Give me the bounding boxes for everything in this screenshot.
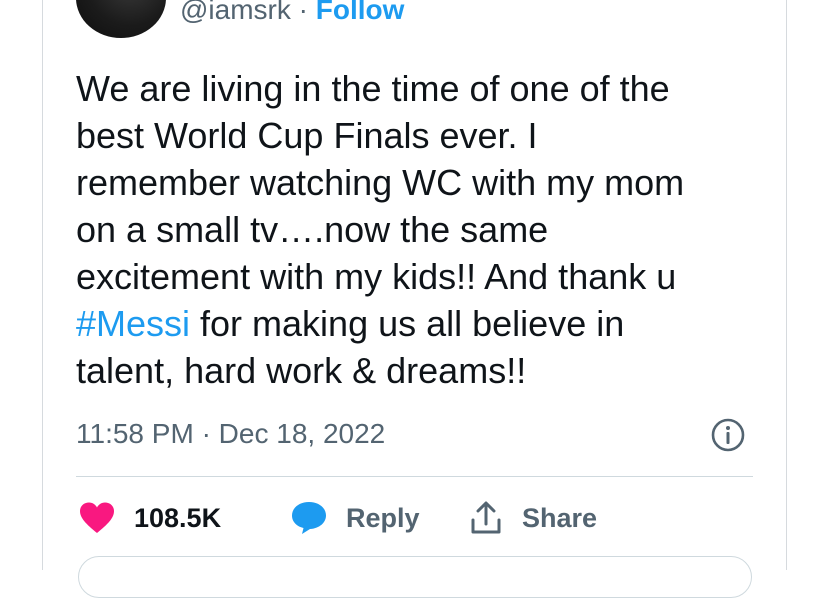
tweet-text-line: excitement with my kids!! And thank u — [76, 256, 677, 297]
share-button[interactable]: Share — [468, 496, 597, 540]
tweet-time: 11:58 PM — [76, 418, 194, 449]
tweet-text-line: remember watching WC with my mom — [76, 162, 685, 203]
author-handle[interactable]: @iamsrk — [180, 0, 291, 25]
tweet-text-line: talent, hard work & dreams!! — [76, 350, 527, 391]
hashtag-link[interactable]: #Messi — [76, 303, 190, 344]
read-replies-button[interactable] — [78, 556, 752, 598]
tweet-text-line-hashtag: #Messi for making us all believe in — [76, 300, 766, 347]
timestamp-separator: · — [201, 418, 211, 449]
tweet-date: Dec 18, 2022 — [218, 418, 386, 449]
tweet-text: We are living in the time of one of the … — [76, 65, 766, 394]
like-count: 108.5K — [134, 502, 222, 533]
author-row: @iamsrk · Follow — [180, 0, 404, 28]
tweet-text-line: We are living in the time of one of the — [76, 68, 670, 109]
tweet-text-fragment: for making us all believe in — [190, 303, 625, 344]
info-icon[interactable] — [710, 417, 746, 453]
reply-label: Reply — [346, 502, 420, 533]
like-button[interactable]: 108.5K — [78, 496, 221, 540]
speech-bubble-icon — [292, 502, 326, 534]
share-icon — [471, 501, 501, 534]
tweet-text-line: on a small tv….now the same — [76, 209, 549, 250]
handle-separator: · — [298, 0, 308, 25]
reply-button[interactable]: Reply — [290, 496, 420, 540]
avatar[interactable] — [76, 0, 166, 38]
card-border-left — [42, 0, 43, 570]
divider — [76, 476, 753, 477]
share-label: Share — [522, 502, 598, 533]
tweet-text-line: best World Cup Finals ever. I — [76, 115, 538, 156]
heart-icon — [80, 502, 114, 533]
follow-button[interactable]: Follow — [316, 0, 405, 25]
tweet-actions: 108.5K Reply Share — [0, 496, 828, 540]
card-border-right — [786, 0, 787, 570]
tweet-timestamp[interactable]: 11:58 PM · Dec 18, 2022 — [76, 416, 385, 452]
